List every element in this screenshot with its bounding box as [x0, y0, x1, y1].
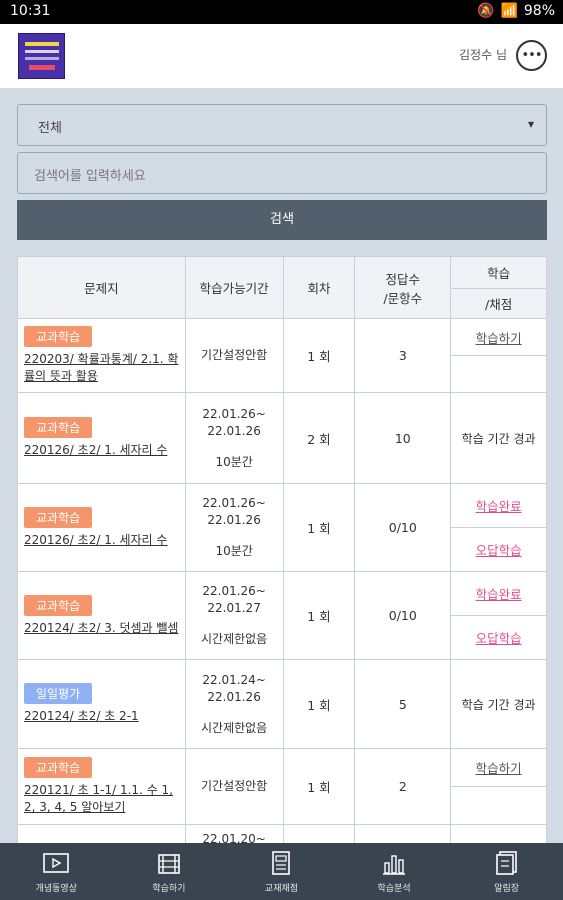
score-cell: 3 [354, 318, 452, 393]
play-video-icon [43, 853, 70, 873]
bottom-navigation: 개념동영상 학습하기 교재채점 학습분석 알림장 [0, 843, 563, 900]
app-logo[interactable] [18, 33, 65, 79]
main-content: 전체 ▾ 검색어를 입력하세요 검색 문제지 학습가능기간 회차 정답수/문항수… [0, 88, 563, 843]
wifi-icon: 📶 [500, 3, 518, 19]
review-wrong-button[interactable]: 오답학습 [476, 540, 522, 559]
period-cell: 22.01.20~ [184, 824, 284, 843]
round-cell: 2 회 [282, 392, 356, 484]
status-icons: 🔕 📶 98% [477, 3, 555, 19]
nav-label: 학습분석 [377, 884, 411, 894]
chevron-down-icon: ▾ [527, 117, 534, 131]
table-row: 교과학습 220121/ 초 1-1/ 1.1. 수 1, 2, 3, 4, 5 … [17, 748, 547, 825]
header-action-2: /채점 [450, 288, 547, 319]
header-title: 문제지 [17, 256, 186, 319]
nav-label: 개념동영상 [35, 884, 77, 894]
table-row: 교과학습 220126/ 초2/ 1. 세자리 수 22.01.26~ 22.01… [17, 483, 547, 572]
worksheet-title-link[interactable]: 220203/ 확률과통계/ 2.1. 확률의 뜻과 활용 [24, 352, 178, 383]
round-cell: 1 회 [282, 318, 356, 393]
worksheet-table: 문제지 학습가능기간 회차 정답수/문항수 학습 /채점 교과학습 220203/… [17, 256, 547, 843]
header-score: 정답수/문항수 [354, 256, 452, 319]
category-select[interactable]: 전체 ▾ [17, 104, 547, 146]
category-badge: 교과학습 [24, 417, 93, 438]
category-badge: 교과학습 [24, 757, 93, 778]
worksheet-title-link[interactable]: 220126/ 초2/ 1. 세자리 수 [24, 533, 167, 547]
table-row: 일일평가 220124/ 초2/ 초 2-1 22.01.24~ 22.01.26… [17, 659, 547, 749]
study-button[interactable]: 학습하기 [476, 328, 522, 347]
period-cell: 22.01.24~ 22.01.26 시간제한없음 [184, 659, 284, 749]
category-select-value: 전체 [38, 121, 62, 136]
nav-label: 알림장 [494, 884, 520, 894]
score-cell: 5 [354, 659, 452, 749]
table-row: 22.01.20~ [17, 824, 547, 843]
round-cell: 1 회 [282, 748, 356, 825]
more-horizontal-icon[interactable]: ••• [516, 40, 547, 71]
nav-label: 교재채점 [264, 884, 299, 894]
review-wrong-button[interactable]: 오답학습 [476, 628, 522, 647]
app-header: 김정수 님 ••• [0, 24, 563, 88]
round-cell: 1 회 [282, 483, 356, 572]
search-button[interactable]: 검색 [17, 200, 547, 240]
worksheet-title-link[interactable]: 220124/ 초2/ 초 2-1 [24, 709, 139, 723]
table-row: 교과학습 220203/ 확률과통계/ 2.1. 확률의 뜻과 활용 기간설정안함… [17, 318, 547, 393]
header-action-1: 학습 [450, 256, 547, 289]
study-button[interactable]: 학습하기 [476, 758, 522, 777]
category-badge: 일일평가 [24, 683, 93, 704]
worksheet-title-link[interactable]: 220126/ 초2/ 1. 세자리 수 [24, 443, 167, 457]
period-cell: 22.01.26~ 22.01.27 시간제한없음 [184, 571, 284, 660]
score-cell: 10 [354, 392, 452, 484]
period-cell: 기간설정안함 [184, 318, 284, 393]
document-icon [272, 851, 291, 875]
worksheet-title-link[interactable]: 220124/ 초2/ 3. 덧셈과 뺄셈 [24, 621, 178, 635]
nav-concept-video[interactable]: 개념동영상 [0, 843, 113, 900]
completed-button[interactable]: 학습완료 [476, 584, 522, 603]
header-round: 회차 [282, 256, 356, 319]
period-cell: 22.01.26~ 22.01.26 10분간 [184, 392, 284, 484]
nav-notice[interactable]: 알림장 [450, 843, 563, 900]
status-time: 10:31 [10, 3, 51, 19]
user-name: 김정수 님 [459, 48, 507, 62]
period-cell: 22.01.26~ 22.01.26 10분간 [184, 483, 284, 572]
round-cell: 1 회 [282, 571, 356, 660]
table-row: 교과학습 220124/ 초2/ 3. 덧셈과 뺄셈 22.01.26~ 22.0… [17, 571, 547, 660]
round-cell: 1 회 [282, 659, 356, 749]
score-cell: 0/10 [354, 483, 452, 572]
header-period: 학습가능기간 [184, 256, 284, 319]
category-badge: 교과학습 [24, 506, 93, 528]
nav-study[interactable]: 학습하기 [113, 843, 226, 900]
battery-text: 98% [523, 3, 555, 19]
notebook-icon [495, 851, 517, 875]
mute-icon: 🔕 [477, 3, 495, 19]
nav-learning-analysis[interactable]: 학습분석 [338, 843, 451, 900]
period-cell: 기간설정안함 [184, 748, 284, 825]
table-row: 교과학습 220126/ 초2/ 1. 세자리 수 22.01.26~ 22.01… [17, 392, 547, 484]
nav-label: 학습하기 [152, 884, 186, 894]
status-text: 학습 기간 경과 [450, 659, 547, 749]
bar-chart-icon [383, 855, 406, 875]
film-strip-icon [158, 854, 180, 874]
score-cell: 2 [354, 748, 452, 825]
worksheet-title-link[interactable]: 220121/ 초 1-1/ 1.1. 수 1, 2, 3, 4, 5 알아보기 [24, 783, 173, 814]
nav-textbook-grading[interactable]: 교재채점 [225, 843, 338, 900]
status-bar: 10:31 🔕 📶 98% [0, 0, 563, 24]
score-cell: 0/10 [354, 571, 452, 660]
category-badge: 교과학습 [24, 326, 93, 347]
status-text: 학습 기간 경과 [450, 392, 547, 484]
completed-button[interactable]: 학습완료 [476, 496, 522, 515]
category-badge: 교과학습 [24, 594, 93, 616]
search-input[interactable]: 검색어를 입력하세요 [17, 152, 547, 194]
